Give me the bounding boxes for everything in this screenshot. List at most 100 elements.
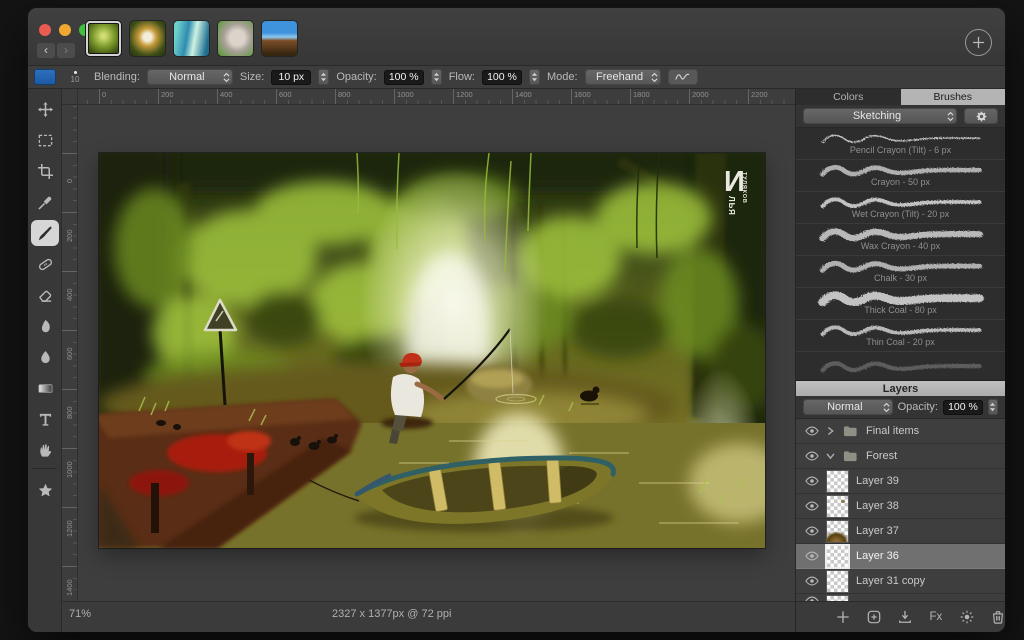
flow-input[interactable]: 100 % (482, 70, 522, 85)
minimize-window-button[interactable] (59, 24, 71, 36)
document-thumbnail-abstract-photo[interactable] (174, 21, 209, 56)
document-thumbnail-forest-painting[interactable] (86, 21, 121, 56)
layer-visibility-toggle[interactable] (805, 476, 819, 486)
move-tool[interactable] (31, 96, 59, 122)
layer-opacity-input[interactable]: 100 % (943, 400, 983, 415)
eraser-tool[interactable] (31, 282, 59, 308)
artist-signature: И ТУЛЯКОВ ЛЬЯ (724, 169, 752, 225)
blending-select[interactable]: Normal (147, 69, 233, 85)
vruler-label: 1400 (65, 579, 74, 596)
merge-layer-button[interactable] (898, 610, 913, 625)
group-disclosure-expanded-icon[interactable] (827, 451, 835, 461)
favorites-tool[interactable] (31, 477, 59, 503)
eyedropper-tool[interactable] (31, 189, 59, 215)
layer-row-layer-37[interactable]: Layer 37 (796, 519, 1005, 544)
document-thumbnail-cat-photo[interactable] (218, 21, 253, 56)
forward-button[interactable]: › (57, 43, 75, 58)
hruler-label: 1200 (456, 90, 473, 99)
right-panel: Colors Brushes Sketching Pencil Crayon (… (795, 89, 1005, 632)
layer-visibility-toggle[interactable] (805, 426, 819, 436)
close-window-button[interactable] (39, 24, 51, 36)
burn-tool[interactable] (31, 344, 59, 370)
layer-thumbnail[interactable] (827, 546, 848, 567)
layer-row-layer-31-copy[interactable]: Layer 31 copy (796, 569, 1005, 594)
flow-stepper[interactable] (529, 69, 540, 85)
layer-thumbnail[interactable] (827, 571, 848, 592)
brush-preset-crayon-50-px[interactable]: Crayon - 50 px (796, 160, 1005, 192)
document-thumbnail-orchid-photo[interactable] (130, 21, 165, 56)
hand-tool[interactable] (31, 437, 59, 463)
opacity-label: Opacity: (336, 71, 376, 83)
color-swatch[interactable] (34, 69, 56, 85)
smudge-tool[interactable] (31, 313, 59, 339)
flow-value: 100 % (487, 71, 517, 83)
text-tool[interactable] (31, 406, 59, 432)
add-group-button[interactable] (867, 610, 882, 625)
layer-adjustments-button[interactable] (959, 610, 974, 625)
delete-layer-button[interactable] (990, 610, 1005, 625)
layer-visibility-toggle[interactable] (805, 501, 819, 511)
layer-group-final-items[interactable]: Final items (796, 419, 1005, 444)
new-document-button[interactable] (965, 29, 992, 56)
layer-name: Final items (866, 425, 919, 437)
crop-tool[interactable] (31, 158, 59, 184)
tab-brushes[interactable]: Brushes (901, 89, 1006, 105)
brush-tip-dot (74, 71, 77, 74)
brush-settings-button[interactable] (964, 108, 998, 124)
layer-row-layer-36[interactable]: Layer 36 (796, 544, 1005, 569)
document-canvas[interactable]: И ТУЛЯКОВ ЛЬЯ (99, 153, 765, 548)
heal-tool[interactable] (31, 251, 59, 277)
brush-preset-thin-coal-20-px[interactable]: Thin Coal - 20 px (796, 320, 1005, 352)
gradient-tool[interactable] (31, 375, 59, 401)
layer-blend-select[interactable]: Normal (803, 399, 893, 415)
layer-visibility-toggle[interactable] (805, 526, 819, 536)
brush-preset-wax-crayon-40-px[interactable]: Wax Crayon - 40 px (796, 224, 1005, 256)
vruler-label: 400 (65, 288, 74, 301)
canvas-artwork (99, 153, 765, 548)
brush-preset-pencil-crayon-tilt-6-px[interactable]: Pencil Crayon (Tilt) - 6 px (796, 128, 1005, 160)
opacity-stepper[interactable] (431, 69, 442, 85)
add-layer-button[interactable] (836, 610, 851, 625)
layer-row-layer-39[interactable]: Layer 39 (796, 469, 1005, 494)
vruler-label: 1200 (65, 520, 74, 537)
size-input[interactable]: 10 px (271, 70, 311, 85)
layer-thumbnail[interactable] (827, 471, 848, 492)
window-controls (39, 24, 91, 36)
stroke-smoothing-button[interactable] (668, 69, 698, 85)
zoom-level[interactable]: 71% (69, 608, 91, 620)
back-button[interactable]: ‹ (37, 43, 55, 58)
layer-row-layer-38[interactable]: Layer 38 (796, 494, 1005, 519)
layer-group-forest[interactable]: Forest (796, 444, 1005, 469)
layer-visibility-toggle[interactable] (805, 576, 819, 586)
opacity-value: 100 % (389, 71, 419, 83)
vruler-label: 200 (65, 229, 74, 242)
layer-thumbnail[interactable] (827, 521, 848, 542)
text-tool-icon (38, 412, 53, 427)
brush-preset-chalk-30-px[interactable]: Chalk - 30 px (796, 256, 1005, 288)
document-thumbnail-landscape-photo[interactable] (262, 21, 297, 56)
vruler-label: 0 (65, 179, 74, 183)
tab-colors[interactable]: Colors (796, 89, 901, 105)
layers-panel-header: Layers (796, 380, 1005, 396)
brush-preset-partial[interactable] (796, 352, 1005, 380)
size-value: 10 px (279, 71, 305, 83)
opacity-input[interactable]: 100 % (384, 70, 424, 85)
brush-category-value: Sketching (853, 110, 901, 122)
brush-preset-wet-crayon-tilt-20-px[interactable]: Wet Crayon (Tilt) - 20 px (796, 192, 1005, 224)
layer-visibility-toggle[interactable] (805, 551, 819, 561)
paint-brush-tool-icon (38, 226, 53, 241)
layer-effects-button[interactable]: Fx (928, 610, 943, 625)
brush-preset-thick-coal-80-px[interactable]: Thick Coal - 80 px (796, 288, 1005, 320)
marquee-selection-tool[interactable] (31, 127, 59, 153)
brush-category-select[interactable]: Sketching (803, 108, 957, 124)
layer-opacity-stepper[interactable] (988, 399, 998, 415)
group-disclosure-collapsed-icon[interactable] (827, 426, 835, 436)
panel-tabs: Colors Brushes (796, 89, 1005, 105)
mode-select[interactable]: Freehand (585, 69, 661, 85)
layer-row-partial[interactable] (796, 594, 1005, 601)
layer-visibility-toggle[interactable] (805, 451, 819, 461)
size-stepper[interactable] (318, 69, 329, 85)
layer-thumbnail[interactable] (827, 496, 848, 517)
layer-effects-icon: Fx (930, 611, 943, 623)
paint-brush-tool[interactable] (31, 220, 59, 246)
